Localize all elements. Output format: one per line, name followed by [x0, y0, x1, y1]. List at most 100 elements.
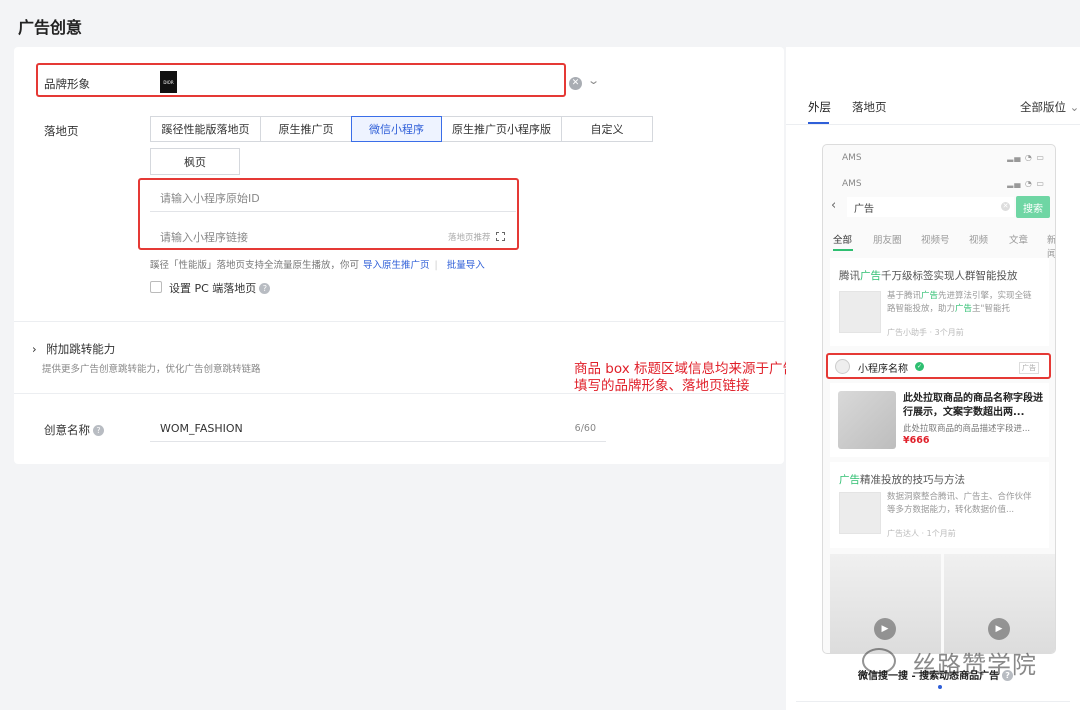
chevron-down-icon: ⌄: [1069, 100, 1080, 114]
result-card-meta: 广告达人 · 1个月前: [887, 529, 956, 538]
char-counter: 6/60: [574, 423, 596, 434]
clear-icon[interactable]: ✕: [569, 77, 582, 90]
goods-price: ¥666: [903, 435, 930, 446]
ad-tag[interactable]: 广告: [1019, 362, 1039, 374]
pc-landing-checkbox[interactable]: [150, 281, 162, 293]
desc-part: 基于腾讯: [887, 291, 922, 301]
result-card-title: 腾讯广告千万级标签实现人群智能投放: [839, 268, 1018, 283]
play-icon: ▶: [874, 618, 896, 640]
pc-landing-text: 设置 PC 端落地页: [169, 282, 257, 295]
creative-form: 品牌形象 DIOR ✕ ⌄ 落地页 蹊径性能版落地页 原生推广页 微信小程序 原…: [14, 47, 784, 464]
chevron-right-icon: ›: [32, 342, 37, 356]
desc-highlight: 广告: [955, 304, 973, 314]
help-icon[interactable]: ?: [93, 425, 104, 436]
brand-highlight-box: [36, 63, 566, 97]
title-part: 腾讯: [839, 270, 860, 282]
landing-option-custom[interactable]: 自定义: [561, 116, 653, 142]
goods-image: [838, 391, 896, 449]
desc-highlight: 广告: [921, 291, 939, 301]
landing-option-mini-program[interactable]: 微信小程序: [351, 116, 442, 142]
phone-mockup: AMS ▂▄ ◔ ▭ AMS ▂▄ ◔ ▭ ‹ 广告 ✕ 搜索 全部 朋友圈 视…: [822, 144, 1056, 654]
play-icon: ▶: [988, 618, 1010, 640]
mini-program-id-input[interactable]: 请输入小程序原始ID: [150, 184, 516, 212]
tab-outer[interactable]: 外层: [808, 99, 831, 115]
clear-icon[interactable]: ✕: [1001, 202, 1010, 211]
title-part: 精准投放的技巧与方法: [860, 474, 965, 486]
landing-option-fengye[interactable]: 枫页: [150, 148, 240, 175]
divider: [796, 701, 1070, 702]
result-tab-channels[interactable]: 视频号: [921, 232, 950, 246]
landing-option-native[interactable]: 原生推广页: [260, 116, 352, 142]
landing-recommend-link[interactable]: 落地页推荐: [448, 231, 491, 243]
title-part: 千万级标签实现人群智能投放: [881, 270, 1018, 282]
version-select[interactable]: 全部版位 ⌄: [1020, 99, 1079, 115]
goods-desc: 此处拉取商品的商品描述字段进...: [903, 424, 1031, 434]
extra-jump-desc: 提供更多广告创意跳转能力，优化广告创意跳转链路: [42, 364, 261, 375]
result-tab-news[interactable]: 新闻: [1047, 232, 1055, 260]
tab-landing[interactable]: 落地页: [852, 99, 887, 115]
landing-hint: 蹊径「性能版」落地页支持全流量原生播放，你可 导入原生推广页 | 批量导入: [150, 257, 485, 271]
extra-jump-toggle[interactable]: › 附加跳转能力: [32, 341, 115, 357]
divider: [14, 321, 784, 322]
result-card-desc: 数据洞察整合腾讯、广告主、合作伙伴等多方数据能力，转化数据价值...: [887, 492, 1032, 515]
result-tab-all[interactable]: 全部: [833, 232, 852, 246]
hint-text: 蹊径「性能版」落地页支持全流量原生播放，你可: [150, 260, 360, 271]
landing-option-performance[interactable]: 蹊径性能版落地页: [150, 116, 261, 142]
scan-icon[interactable]: [496, 232, 505, 241]
creative-name-text: 创意名称: [44, 423, 90, 437]
phone-search-input[interactable]: 广告 ✕: [847, 197, 1014, 217]
preview-panel: 外层 落地页 全部版位 ⌄ AMS ▂▄ ◔ ▭ AMS ▂▄ ◔ ▭ ‹ 广告…: [786, 47, 1080, 710]
video-tile[interactable]: ▶: [830, 554, 941, 653]
status-carrier: AMS: [842, 153, 862, 163]
result-thumbnail: [839, 291, 881, 333]
result-tab-underline: [833, 249, 853, 251]
result-tab-moments[interactable]: 朋友圈: [873, 232, 902, 246]
wechat-logo-icon: [862, 648, 896, 674]
mini-program-name[interactable]: 小程序名称: [858, 360, 908, 375]
phone-search-query: 广告: [854, 203, 874, 215]
result-tab-article[interactable]: 文章: [1009, 232, 1028, 246]
result-card-desc: 基于腾讯广告先进算法引擎，实现全链路智能投放，助力广告主"智能托: [887, 290, 1039, 316]
status-icons: ▂▄ ◔ ▭: [1007, 179, 1045, 188]
result-thumbnail: [839, 492, 881, 534]
result-tab-video[interactable]: 视频: [969, 232, 988, 246]
extra-jump-title: 附加跳转能力: [46, 342, 116, 356]
hint-separator: |: [434, 260, 438, 271]
annotation-note: 商品 box 标题区域信息均来源于广告主 填写的品牌形象、落地页链接: [574, 361, 814, 395]
result-card-meta: 广告小助手 · 3个月前: [887, 328, 964, 337]
goods-card[interactable]: 此处拉取商品的商品名称字段进行展示，文案字数超出两... 此处拉取商品的商品描述…: [830, 383, 1049, 457]
help-icon[interactable]: ?: [259, 283, 271, 294]
result-card[interactable]: 腾讯广告千万级标签实现人群智能投放 基于腾讯广告先进算法引擎，实现全链路智能投放…: [830, 258, 1049, 346]
chevron-down-icon[interactable]: ⌄: [587, 74, 600, 87]
import-native-link[interactable]: 导入原生推广页: [363, 260, 430, 271]
status-carrier: AMS: [842, 179, 862, 189]
pc-landing-label: 设置 PC 端落地页?: [169, 280, 271, 296]
title-highlight: 广告: [860, 270, 881, 282]
video-tile[interactable]: ▶: [944, 554, 1055, 653]
annotation-line-1: 商品 box 标题区域信息均来源于广告主: [574, 361, 810, 377]
brand-label: 品牌形象: [44, 77, 90, 91]
watermark: 丝路赞学院: [912, 651, 1037, 679]
pager-dot[interactable]: [938, 685, 942, 689]
version-select-value: 全部版位: [1020, 100, 1066, 114]
divider: [786, 124, 1080, 125]
brand-logo[interactable]: DIOR: [160, 71, 177, 93]
result-card[interactable]: 广告精准投放的技巧与方法 数据洞察整合腾讯、广告主、合作伙伴等多方数据能力，转化…: [830, 462, 1049, 548]
title-highlight: 广告: [839, 474, 860, 486]
creative-name-label: 创意名称?: [44, 422, 104, 438]
creative-name-value: WOM_FASHION: [160, 422, 243, 435]
page-title: 广告创意: [18, 18, 83, 37]
result-card-title: 广告精准投放的技巧与方法: [839, 472, 965, 487]
mini-program-avatar: [835, 359, 850, 374]
desc-part: 主"智能托: [972, 304, 1010, 314]
annotation-line-2: 填写的品牌形象、落地页链接: [574, 378, 750, 394]
verified-icon: ✓: [915, 362, 924, 371]
creative-name-input[interactable]: WOM_FASHION 6/60: [150, 416, 606, 442]
batch-import-link[interactable]: 批量导入: [447, 260, 485, 271]
landing-option-native-mini[interactable]: 原生推广页小程序版: [441, 116, 562, 142]
phone-search-button[interactable]: 搜索: [1016, 196, 1050, 218]
status-icons: ▂▄ ◔ ▭: [1007, 153, 1045, 162]
landing-label: 落地页: [44, 124, 79, 138]
goods-title: 此处拉取商品的商品名称字段进行展示，文案字数超出两...: [903, 393, 1043, 418]
back-icon[interactable]: ‹: [831, 198, 836, 213]
